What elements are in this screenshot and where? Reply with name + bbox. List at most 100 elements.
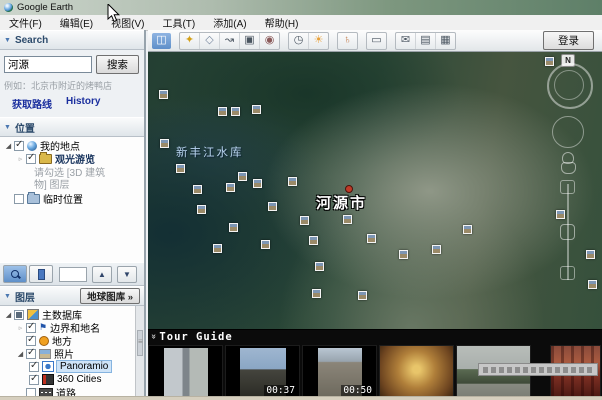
photo-marker-icon[interactable] xyxy=(252,105,261,114)
photo-marker-icon[interactable] xyxy=(176,164,185,173)
photo-marker-icon[interactable] xyxy=(261,240,270,249)
expander-icon[interactable]: ▹ xyxy=(16,324,25,332)
checkbox[interactable] xyxy=(26,323,36,333)
map-viewport[interactable]: 新丰江水库 河源市 N » Tour Guide xyxy=(148,52,602,400)
panel-view-button[interactable] xyxy=(29,265,53,283)
photo-marker-icon[interactable] xyxy=(463,225,472,234)
zoom-in-button[interactable] xyxy=(560,180,575,194)
record-tour-button[interactable]: ◉ xyxy=(260,33,279,49)
zoom-out-button[interactable] xyxy=(560,266,575,280)
pegman-icon[interactable] xyxy=(562,152,574,164)
history-link[interactable]: History xyxy=(66,96,100,111)
planets-button[interactable]: ♄ xyxy=(338,33,357,49)
move-down-button[interactable]: ▼ xyxy=(117,266,137,283)
tour-thumbnail-big-buddha[interactable]: 00:37 xyxy=(225,345,300,399)
places-panel-header[interactable]: ▼ 位置 xyxy=(0,117,144,137)
places-filter-box[interactable] xyxy=(59,267,87,282)
look-ring-inner[interactable] xyxy=(554,70,584,100)
tour-thumbnail-st-pauls[interactable]: 00:50 xyxy=(302,345,377,399)
layer-panoramio[interactable]: Panoramio xyxy=(0,360,144,373)
zoom-slider-thumb[interactable] xyxy=(560,224,575,240)
tour-thumbnail-golden-hall[interactable] xyxy=(379,345,454,399)
search-button[interactable]: 搜索 xyxy=(96,55,139,74)
layers-scrollbar[interactable] xyxy=(135,306,144,400)
photo-marker-icon[interactable] xyxy=(268,202,277,211)
photo-marker-icon[interactable] xyxy=(197,205,206,214)
checkbox[interactable] xyxy=(14,194,24,204)
photo-marker-icon[interactable] xyxy=(432,245,441,254)
photo-marker-icon[interactable] xyxy=(315,262,324,271)
photo-marker-icon[interactable] xyxy=(253,179,262,188)
photo-marker-icon[interactable] xyxy=(367,234,376,243)
photo-marker-icon[interactable] xyxy=(238,172,247,181)
tour-guide-header[interactable]: » Tour Guide xyxy=(148,330,602,344)
search-panel-header[interactable]: ▼ Search xyxy=(0,30,144,50)
photo-marker-icon[interactable] xyxy=(588,280,597,289)
places-item-temporary[interactable]: 临时位置 xyxy=(0,192,144,205)
sidebar-toggle-button[interactable]: ◫ xyxy=(152,33,171,49)
search-input[interactable] xyxy=(4,56,92,73)
checkbox[interactable] xyxy=(26,336,36,346)
folder-icon xyxy=(27,194,40,204)
photo-marker-icon[interactable] xyxy=(288,177,297,186)
photo-marker-icon[interactable] xyxy=(229,223,238,232)
scrollbar-thumb[interactable] xyxy=(137,330,143,356)
add-placemark-button[interactable]: ✦ xyxy=(180,33,200,49)
checkbox[interactable] xyxy=(29,362,39,372)
add-path-button[interactable]: ↝ xyxy=(220,33,240,49)
photo-marker-icon[interactable] xyxy=(399,250,408,259)
collapse-arrow-icon[interactable]: ▼ xyxy=(4,37,11,44)
checkbox[interactable] xyxy=(29,375,39,385)
checkbox[interactable] xyxy=(14,141,24,151)
add-image-overlay-button[interactable]: ▣ xyxy=(240,33,260,49)
photo-marker-icon[interactable] xyxy=(160,139,169,148)
earth-gallery-button[interactable]: 地球图库 » xyxy=(80,288,140,304)
menu-file[interactable]: 文件(F) xyxy=(0,15,51,30)
photo-marker-icon[interactable] xyxy=(556,210,565,219)
photo-marker-icon[interactable] xyxy=(218,107,227,116)
save-image-button[interactable]: ▦ xyxy=(436,33,455,49)
layers-panel-header[interactable]: ▼ 图层 地球图库 » xyxy=(0,286,144,306)
layer-borders[interactable]: ▹ ⚑ 边界和地名 xyxy=(0,321,144,334)
add-polygon-button[interactable]: ◇ xyxy=(200,33,220,49)
photo-marker-icon[interactable] xyxy=(545,57,554,66)
collapse-arrow-icon[interactable]: ▼ xyxy=(4,124,11,131)
photo-marker-icon[interactable] xyxy=(312,289,321,298)
expander-icon[interactable]: ▹ xyxy=(16,155,25,163)
search-places-button[interactable] xyxy=(3,265,27,283)
photo-marker-icon[interactable] xyxy=(193,185,202,194)
ruler-button[interactable]: ▭ xyxy=(367,33,386,49)
photo-marker-icon[interactable] xyxy=(343,215,352,224)
photo-marker-icon[interactable] xyxy=(586,250,595,259)
email-button[interactable]: ✉ xyxy=(396,33,416,49)
photo-marker-icon[interactable] xyxy=(309,236,318,245)
photo-marker-icon[interactable] xyxy=(358,291,367,300)
chevron-down-icon[interactable]: » xyxy=(148,334,158,340)
login-button[interactable]: 登录 xyxy=(543,31,594,50)
tour-thumbnail-clock-tower[interactable] xyxy=(148,345,223,399)
menu-edit[interactable]: 编辑(E) xyxy=(51,15,102,30)
checkbox[interactable] xyxy=(26,154,36,164)
title-bar[interactable]: Google Earth xyxy=(0,0,602,15)
layer-photos[interactable]: ◢ 照片 xyxy=(0,347,144,360)
menu-help[interactable]: 帮助(H) xyxy=(256,15,308,30)
print-button[interactable]: ▤ xyxy=(416,33,436,49)
collapse-arrow-icon[interactable]: ▼ xyxy=(4,293,11,300)
expander-icon[interactable]: ◢ xyxy=(16,350,25,358)
checkbox[interactable] xyxy=(26,349,36,359)
photo-marker-icon[interactable] xyxy=(226,183,235,192)
menu-tools[interactable]: 工具(T) xyxy=(153,15,204,30)
move-up-button[interactable]: ▲ xyxy=(92,266,112,283)
expander-icon[interactable]: ◢ xyxy=(4,311,13,319)
photo-marker-icon[interactable] xyxy=(300,216,309,225)
historical-imagery-button[interactable]: ◷ xyxy=(289,33,309,49)
move-joystick-control[interactable] xyxy=(552,116,584,148)
checkbox[interactable] xyxy=(14,310,24,320)
photo-marker-icon[interactable] xyxy=(213,244,222,253)
expander-icon[interactable]: ◢ xyxy=(4,142,13,150)
photo-marker-icon[interactable] xyxy=(231,107,240,116)
photo-marker-icon[interactable] xyxy=(159,90,168,99)
get-directions-link[interactable]: 获取路线 xyxy=(12,96,52,111)
sunlight-button[interactable]: ☀ xyxy=(309,33,328,49)
menu-add[interactable]: 添加(A) xyxy=(204,15,255,30)
